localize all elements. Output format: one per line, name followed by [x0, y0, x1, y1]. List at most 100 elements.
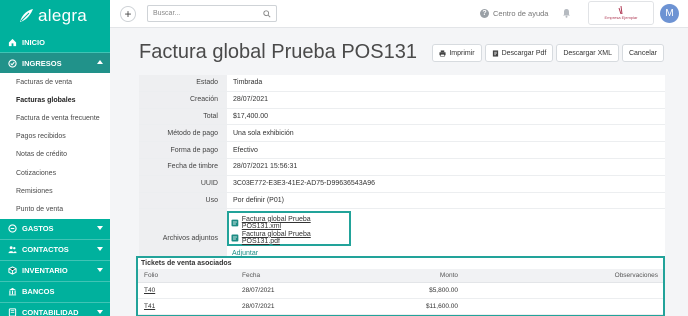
- nav-gastos[interactable]: GASTOS: [0, 219, 110, 239]
- column-header-observaciones: Observaciones: [614, 272, 658, 279]
- folio-link[interactable]: T40: [144, 287, 155, 294]
- sidebar-item-remisiones[interactable]: Remisiones: [0, 182, 110, 200]
- people-icon: [7, 245, 17, 255]
- download-xml-label: Descargar XML: [563, 49, 612, 57]
- brand-name: alegra: [38, 6, 88, 25]
- chevron-down-icon: [97, 267, 103, 272]
- detail-label: Total: [139, 108, 227, 125]
- fecha-cell: 28/07/2021: [242, 287, 275, 294]
- box-icon: [7, 266, 17, 276]
- attachment-pdf-name: Factura global Prueba POS131.pdf: [241, 230, 311, 245]
- check-circle-icon: [7, 58, 17, 68]
- nav-contabilidad[interactable]: CONTABILIDAD: [0, 303, 110, 316]
- table-row: T40 28/07/2021 $5,800.00: [138, 283, 663, 299]
- column-header-fecha: Fecha: [242, 272, 261, 279]
- minus-circle-icon: [7, 224, 17, 234]
- folio-link[interactable]: T41: [144, 303, 155, 310]
- sidebar-item-factura-frecuente[interactable]: Factura de venta frecuente: [0, 109, 110, 127]
- nav-inicio[interactable]: INICIO: [0, 32, 110, 52]
- nav-inicio-label: INICIO: [22, 37, 45, 47]
- page-title: Factura global Prueba POS131: [139, 41, 417, 63]
- detail-value: Por definir (P01): [233, 196, 284, 204]
- sidebar-item-punto-venta[interactable]: Punto de venta: [0, 200, 110, 218]
- sidebar-item-facturas-globales[interactable]: Facturas globales: [0, 91, 110, 109]
- detail-value: 28/07/2021: [233, 96, 269, 104]
- monto-cell: $11,600.00: [425, 303, 458, 310]
- folio-cell: T40: [138, 287, 242, 294]
- create-new-button[interactable]: +: [120, 6, 136, 22]
- search-input[interactable]: Buscar...: [147, 5, 277, 22]
- detail-value: Efectivo: [233, 146, 258, 154]
- cancel-button[interactable]: Cancelar: [621, 44, 664, 62]
- column-header-monto: Monto: [439, 272, 458, 279]
- detail-value: $17,400.00: [233, 112, 269, 120]
- download-pdf-label: Descargar Pdf: [501, 49, 547, 57]
- search-icon[interactable]: [263, 10, 271, 18]
- chevron-down-icon: [97, 246, 103, 251]
- detail-row: Creación 28/07/2021: [139, 91, 665, 109]
- detail-row: Fecha de timbre 28/07/2021 15:56:31: [139, 158, 665, 176]
- sidebar-item-cotizaciones[interactable]: Cotizaciones: [0, 164, 110, 182]
- detail-row: Estado Timbrada: [139, 75, 665, 92]
- detail-value: Una sola exhibición: [233, 129, 294, 137]
- cancel-label: Cancelar: [628, 49, 657, 57]
- nav-ingresos-label: INGRESOS: [22, 58, 62, 68]
- detail-row: Uso Por definir (P01): [139, 192, 665, 210]
- print-button[interactable]: Imprimir: [432, 44, 482, 62]
- detail-label: Método de pago: [139, 125, 227, 142]
- detail-label: Creación: [139, 91, 227, 108]
- avatar[interactable]: M: [660, 4, 679, 23]
- file-icon: [231, 234, 239, 242]
- nav-bancos[interactable]: BANCOS: [0, 282, 110, 302]
- download-pdf-button[interactable]: Descargar Pdf: [484, 44, 554, 62]
- company-logo-icon: [618, 6, 623, 14]
- chevron-up-icon: [97, 60, 103, 64]
- help-center-link[interactable]: ? Centro de ayuda: [480, 9, 548, 18]
- document-icon: [492, 49, 498, 57]
- main-content: Factura global Prueba POS131 Imprimir De…: [110, 28, 688, 316]
- detail-label: Fecha de timbre: [139, 158, 227, 175]
- detail-value: Timbrada: [233, 79, 263, 87]
- action-buttons: Imprimir Descargar Pdf Descargar XML Can…: [432, 44, 664, 62]
- table-header: Folio Fecha Monto Observaciones: [138, 269, 663, 283]
- bell-icon[interactable]: [562, 8, 571, 18]
- attachments-highlight: Factura global Prueba POS131.xml Factura…: [227, 211, 351, 247]
- help-center-label: Centro de ayuda: [493, 9, 549, 18]
- plus-icon: +: [124, 7, 132, 21]
- fecha-cell: 28/07/2021: [242, 303, 275, 310]
- attachment-pdf-link[interactable]: Factura global Prueba POS131.pdf: [231, 230, 349, 245]
- detail-row: Método de pago Una sola exhibición: [139, 125, 665, 143]
- brand-logo[interactable]: alegra: [0, 0, 110, 32]
- detail-row: Forma de pago Efectivo: [139, 142, 665, 159]
- file-icon: [231, 219, 239, 227]
- question-icon: ?: [480, 9, 489, 18]
- sidebar-item-facturas-venta[interactable]: Facturas de venta: [0, 73, 110, 91]
- print-label: Imprimir: [449, 49, 475, 57]
- invoice-details: Estado Timbrada Creación 28/07/2021 Total $…: [139, 75, 665, 270]
- detail-value: 28/07/2021 15:56:31: [233, 163, 298, 171]
- nav-inventario-label: INVENTARIO: [22, 266, 68, 275]
- detail-row: UUID 3C03E772-E3E3-41E2-AD75-D99636543A96: [139, 175, 665, 193]
- company-switcher[interactable]: Empresa Ejemplar: [588, 1, 654, 25]
- nav-ingresos[interactable]: INGRESOS: [0, 53, 110, 73]
- bank-icon: [7, 287, 17, 297]
- book-icon: [7, 308, 17, 316]
- column-header-folio: Folio: [144, 272, 159, 279]
- download-xml-button[interactable]: Descargar XML: [556, 44, 619, 62]
- attachment-xml-name: Factura global Prueba POS131.xml: [241, 215, 311, 230]
- tickets-title: Tickets de venta asociados: [141, 260, 232, 267]
- top-bar: + Buscar... ? Centro de ayuda Empresa Ej…: [110, 0, 688, 28]
- nav-inventario[interactable]: INVENTARIO: [0, 261, 110, 281]
- nav-contactos[interactable]: CONTACTOS: [0, 240, 110, 260]
- attachment-xml-link[interactable]: Factura global Prueba POS131.xml: [231, 215, 349, 230]
- nav-gastos-label: GASTOS: [22, 224, 54, 233]
- sidebar-item-pagos-recibidos[interactable]: Pagos recibidos: [0, 128, 110, 146]
- sidebar-item-notas-credito[interactable]: Notas de crédito: [0, 146, 110, 164]
- search-placeholder: Buscar...: [153, 10, 181, 17]
- home-icon: [7, 37, 17, 47]
- monto-cell: $5,800.00: [429, 287, 458, 294]
- company-name: Empresa Ejemplar: [604, 15, 638, 20]
- table-row: T41 28/07/2021 $11,600.00: [138, 299, 663, 315]
- detail-label: Uso: [139, 192, 227, 209]
- folio-cell: T41: [138, 303, 242, 310]
